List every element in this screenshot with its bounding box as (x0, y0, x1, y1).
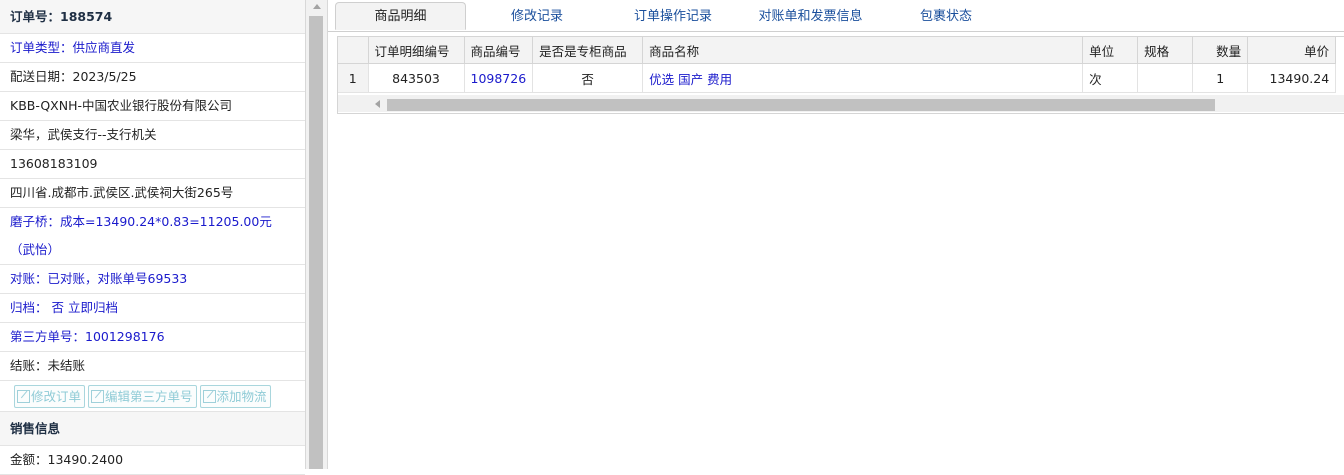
product-name-link[interactable]: 优选 国产 费用 (642, 63, 1084, 93)
customer-name: KBB-QXNH-中国农业银行股份有限公司 (0, 92, 305, 121)
horizontal-scrollbar[interactable] (338, 95, 1344, 112)
edit-third-party-label: 编辑第三方单号 (105, 388, 193, 404)
edit-icon (202, 389, 216, 403)
delivery-date: 配送日期：2023/5/25 (0, 63, 305, 92)
edit-icon (91, 389, 105, 403)
tab-statement-invoice[interactable]: 对账单和发票信息 (748, 3, 873, 31)
col-qty[interactable]: 数量 (1192, 37, 1249, 64)
tab-bar: 商品明细 修改记录 订单操作记录 对账单和发票信息 包裹状态 (328, 0, 1344, 32)
is-counter-cell: 否 (532, 63, 644, 93)
col-price[interactable]: 单价 (1247, 37, 1337, 64)
col-is-counter[interactable]: 是否是专柜商品 (532, 37, 644, 64)
product-table: 订单明细编号 商品编号 是否是专柜商品 商品名称 单位 规格 数量 单价 1 8… (338, 37, 1337, 93)
tab-operation-log[interactable]: 订单操作记录 (623, 3, 723, 31)
settle-status: 结账：未结账 (0, 352, 305, 381)
sales-amount: 金额：13490.2400 (0, 446, 305, 475)
col-product-name[interactable]: 商品名称 (642, 37, 1084, 64)
delivery-address: 四川省.成都市.武侯区.武侯祠大街265号 (0, 179, 305, 208)
left-panel-scrollbar[interactable] (305, 0, 328, 469)
edit-order-label: 修改订单 (31, 388, 82, 404)
archive-label: 归档： (10, 300, 48, 315)
detail-panel: 商品明细 修改记录 订单操作记录 对账单和发票信息 包裹状态 订单明细编号 商品… (328, 0, 1344, 469)
cost-note: 磨子桥：成本=13490.24*0.83=11205.00元（武怡） (0, 208, 305, 265)
edit-third-party-button[interactable]: 编辑第三方单号 (88, 384, 197, 408)
product-id-link[interactable]: 1098726 (464, 63, 534, 93)
price-cell: 13490.24 (1247, 63, 1337, 93)
qty-cell: 1 (1192, 63, 1249, 93)
product-grid: 订单明细编号 商品编号 是否是专柜商品 商品名称 单位 规格 数量 单价 1 8… (337, 36, 1344, 114)
horizontal-scrollbar-thumb[interactable] (387, 99, 1215, 111)
phone-number: 13608183109 (0, 150, 305, 179)
row-number-header (338, 37, 369, 64)
archive-row: 归档： 否 立即归档 (0, 294, 305, 323)
scroll-left-arrow-icon[interactable] (375, 100, 380, 108)
add-logistics-button[interactable]: 添加物流 (199, 384, 271, 408)
row-number: 1 (338, 63, 369, 93)
tab-package-status[interactable]: 包裹状态 (910, 3, 982, 31)
tab-modify-log[interactable]: 修改记录 (493, 3, 581, 31)
archive-value: 否 (51, 300, 65, 315)
col-spec[interactable]: 规格 (1137, 37, 1194, 64)
table-row[interactable]: 1 843503 1098726 否 优选 国产 费用 次 1 13490.24 (338, 63, 1337, 93)
table-header-row: 订单明细编号 商品编号 是否是专柜商品 商品名称 单位 规格 数量 单价 (338, 37, 1337, 64)
add-logistics-label: 添加物流 (216, 388, 267, 404)
edit-order-button[interactable]: 修改订单 (14, 384, 86, 408)
third-party-number: 第三方单号：1001298176 (0, 323, 305, 352)
tab-product-details[interactable]: 商品明细 (335, 2, 466, 30)
order-actions: 修改订单 编辑第三方单号 添加物流 (0, 381, 305, 412)
edit-icon (17, 389, 30, 403)
contact-info: 梁华，武侯支行--支行机关 (0, 121, 305, 150)
detail-id-cell: 843503 (368, 63, 465, 93)
archive-now-link[interactable]: 立即归档 (68, 300, 118, 315)
unit-cell: 次 (1082, 63, 1139, 93)
scrollbar-thumb[interactable] (309, 16, 323, 469)
col-product-id[interactable]: 商品编号 (464, 37, 534, 64)
col-unit[interactable]: 单位 (1082, 37, 1139, 64)
order-number-header: 订单号：188574 (0, 0, 305, 34)
scroll-up-arrow-icon[interactable] (313, 4, 321, 9)
sales-info-header: 销售信息 (0, 412, 305, 446)
col-detail-id[interactable]: 订单明细编号 (368, 37, 465, 64)
order-info-panel: 订单号：188574 订单类型：供应商直发 配送日期：2023/5/25 KBB… (0, 0, 305, 475)
spec-cell (1137, 63, 1194, 93)
order-type: 订单类型：供应商直发 (0, 34, 305, 63)
reconcile-status: 对账：已对账，对账单号69533 (0, 265, 305, 294)
